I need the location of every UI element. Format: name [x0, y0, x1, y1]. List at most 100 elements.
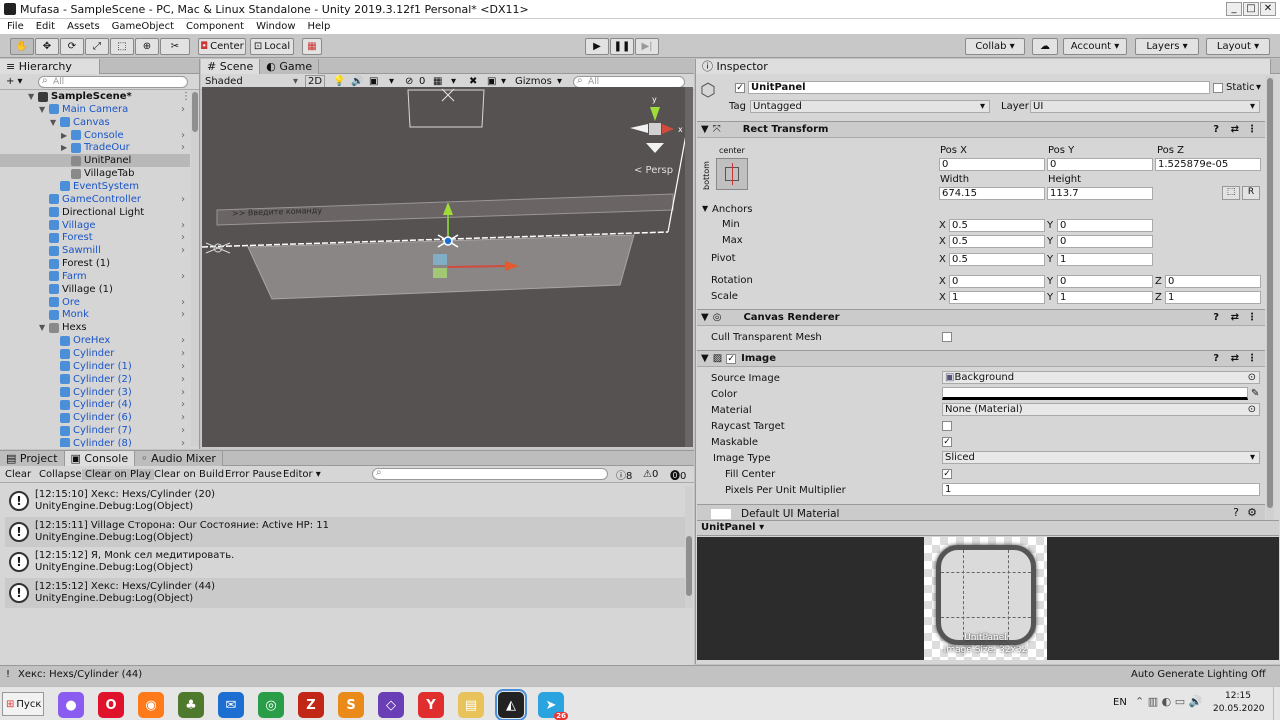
perspective-label[interactable]: < Persp [634, 165, 673, 176]
hierarchy-row[interactable]: Forest (1) [0, 257, 190, 270]
min-x-field[interactable]: 0.5 [949, 219, 1045, 232]
maskable-checkbox[interactable]: ✓ [942, 437, 952, 447]
expand-arrow-icon[interactable]: ▼ [39, 323, 49, 332]
menu-component[interactable]: Component [186, 21, 244, 32]
gizmo-y-cone[interactable] [650, 107, 660, 121]
hierarchy-row[interactable]: Cylinder (2) › [0, 373, 190, 386]
posz-field[interactable]: 1.525879e-05 [1155, 158, 1261, 171]
anchor-preset-button[interactable] [716, 158, 748, 190]
gizmo-neg-z-cone[interactable] [646, 143, 664, 153]
anchors-arrow-icon[interactable]: ▼ [702, 204, 708, 213]
show-desktop-button[interactable] [1273, 687, 1279, 720]
settings-menu-icon[interactable]: ⋮ [1247, 312, 1257, 323]
thunderbird-icon[interactable]: ✉ [218, 692, 244, 718]
hierarchy-row[interactable]: ▶ Console › [0, 129, 190, 142]
console-scroll-thumb[interactable] [686, 536, 692, 596]
log-count-toggle[interactable]: ⓘ8 [616, 467, 632, 482]
move-tool-icon[interactable]: ✥ [35, 38, 59, 55]
gizmo-x-cone[interactable] [662, 124, 674, 134]
audio-icon[interactable]: 🔊 [351, 76, 363, 87]
prefab-open-chevron-icon[interactable]: › [181, 104, 185, 115]
hierarchy-row[interactable]: Ore › [0, 296, 190, 309]
eyedropper-icon[interactable]: ✎ [1251, 388, 1259, 399]
static-checkbox[interactable] [1213, 83, 1223, 93]
hierarchy-row[interactable]: Village (1) [0, 283, 190, 296]
clear-button[interactable]: Clear [5, 469, 31, 480]
status-message[interactable]: Хекс: Hexs/Cylinder (44) [18, 669, 142, 680]
close-button[interactable]: ✕ [1260, 2, 1276, 16]
hierarchy-row[interactable]: Cylinder (7) › [0, 424, 190, 437]
prefab-open-chevron-icon[interactable]: › [181, 232, 185, 243]
prefab-open-chevron-icon[interactable]: › [181, 245, 185, 256]
cull-checkbox[interactable] [942, 332, 952, 342]
presets-icon[interactable]: ⇄ [1231, 353, 1239, 364]
hierarchy-row[interactable]: ▼ Canvas [0, 116, 190, 129]
rot-x-field[interactable]: 0 [949, 275, 1045, 288]
width-field[interactable]: 674.15 [939, 187, 1045, 200]
prefab-open-chevron-icon[interactable]: › [181, 374, 185, 385]
hierarchy-row[interactable]: Cylinder (8) › [0, 437, 190, 447]
layers-dropdown[interactable]: Layers ▾ [1135, 38, 1199, 55]
x-axis-handle[interactable] [447, 265, 508, 268]
inspector-scroll-thumb[interactable] [1267, 78, 1273, 508]
scene-menu-icon[interactable]: ⋮ [181, 91, 190, 102]
image-type-dropdown[interactable]: Sliced ▾ [942, 451, 1260, 464]
camera-dropdown-icon[interactable]: ▾ [501, 76, 506, 87]
material-field[interactable]: None (Material) ⊙ [942, 403, 1260, 416]
prefab-open-chevron-icon[interactable]: › [181, 438, 185, 447]
camera-icon[interactable]: ▣ [487, 76, 496, 87]
console-log-entry[interactable]: ! [12:15:10] Хекс: Hexs/Cylinder (20) Unit… [5, 486, 685, 516]
source-image-field[interactable]: ▣Background ⊙ [942, 371, 1260, 384]
menu-file[interactable]: File [7, 21, 24, 32]
minimize-button[interactable]: _ [1226, 2, 1242, 16]
firefox-icon[interactable]: ◉ [138, 692, 164, 718]
hierarchy-row[interactable]: VillageTab [0, 167, 190, 180]
active-checkbox[interactable]: ✓ [735, 83, 745, 93]
raw-edit-button[interactable]: R [1242, 186, 1260, 200]
max-x-field[interactable]: 0.5 [949, 235, 1045, 248]
settings-menu-icon[interactable]: ⋮ [1247, 353, 1257, 364]
posy-field[interactable]: 0 [1047, 158, 1153, 171]
effects-dropdown-icon[interactable]: ▾ [389, 76, 394, 87]
grid-toggle-icon[interactable]: ▦ [433, 76, 442, 87]
hierarchy-row[interactable]: Sawmill › [0, 244, 190, 257]
xz-plane-handle[interactable] [433, 268, 447, 278]
pause-button[interactable]: ❚❚ [610, 38, 634, 55]
account-dropdown[interactable]: Account ▾ [1063, 38, 1127, 55]
prefab-open-chevron-icon[interactable]: › [181, 335, 185, 346]
menu-gameobject[interactable]: GameObject [112, 21, 174, 32]
hand-tool-icon[interactable]: ✋ [10, 38, 34, 55]
min-y-field[interactable]: 0 [1057, 219, 1153, 232]
image-header[interactable]: ▼ ▨ ✓ Image ? ⇄ ⋮ [697, 350, 1265, 367]
layout-dropdown[interactable]: Layout ▾ [1206, 38, 1270, 55]
yandex-browser-icon[interactable]: Y [418, 692, 444, 718]
hierarchy-row[interactable]: GameController › [0, 193, 190, 206]
clear-on-build-toggle[interactable]: Clear on Build [154, 469, 224, 480]
xy-plane-handle[interactable] [433, 254, 447, 265]
prefab-open-chevron-icon[interactable]: › [181, 387, 185, 398]
prefab-open-chevron-icon[interactable]: › [181, 412, 185, 423]
hierarchy-row[interactable]: ▼ Main Camera › [0, 103, 190, 116]
settings-gear-icon[interactable]: ⚙ [1247, 506, 1257, 519]
pivot-center-toggle[interactable]: ◘ Center [198, 38, 246, 55]
settings-menu-icon[interactable]: ⋮ [1247, 124, 1257, 135]
hierarchy-row[interactable]: Forest › [0, 231, 190, 244]
collapse-button[interactable]: Collapse [39, 469, 82, 480]
scene-viewport[interactable]: >> Введите команду y x < Persp [202, 87, 693, 447]
scale-tool-icon[interactable]: ⤢ [85, 38, 109, 55]
sc-y-field[interactable]: 1 [1057, 291, 1153, 304]
start-button[interactable]: ⊞ Пуск [2, 692, 44, 716]
menu-help[interactable]: Help [308, 21, 331, 32]
ppu-field[interactable]: 1 [942, 483, 1260, 496]
transform-tool-icon[interactable]: ⊕ [135, 38, 159, 55]
prefab-open-chevron-icon[interactable]: › [181, 130, 185, 141]
error-count-toggle[interactable]: ⓿0 [670, 467, 686, 482]
scene-scrollbar[interactable] [685, 87, 693, 447]
explorer-icon[interactable]: ▤ [458, 692, 484, 718]
presets-icon[interactable]: ⇄ [1231, 312, 1239, 323]
tab-console[interactable]: ▣ Console [64, 450, 136, 466]
language-indicator[interactable]: EN [1113, 697, 1127, 708]
warning-count-toggle[interactable]: ⚠0 [643, 469, 658, 480]
rect-transform-header[interactable]: ▼ ⤧ Rect Transform ? ⇄ ⋮ [697, 121, 1265, 138]
tools-icon[interactable]: ✖ [469, 76, 477, 87]
